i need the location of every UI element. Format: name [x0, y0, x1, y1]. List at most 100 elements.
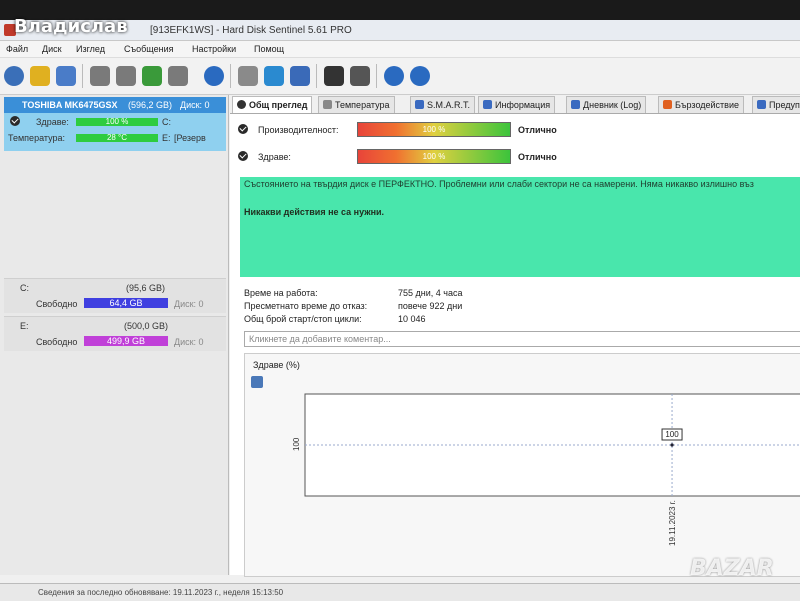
toolbar-separator — [376, 64, 377, 88]
smart-icon — [415, 100, 424, 109]
check-icon — [238, 151, 248, 161]
network-icon[interactable] — [290, 66, 310, 86]
cycle-icon[interactable] — [264, 66, 284, 86]
volume-c[interactable]: C: (95,6 GB) Свободно 64,4 GB Диск: 0 — [4, 278, 226, 313]
tab-temperature[interactable]: Температура — [318, 96, 395, 113]
log-icon — [571, 100, 580, 109]
check-icon — [237, 100, 246, 109]
watermark-logo: BAZAR — [690, 556, 774, 581]
tab-label: Дневник (Log) — [583, 100, 642, 110]
cycles-value: 10 046 — [398, 314, 426, 324]
volume-size: (500,0 GB) — [124, 321, 169, 331]
tab-label: Информация — [495, 100, 551, 110]
toolbar — [0, 58, 800, 95]
toolbar-separator — [316, 64, 317, 88]
disk-health-drive: C: — [162, 117, 171, 127]
tab-smart[interactable]: S.M.A.R.T. — [410, 96, 476, 113]
volume-free-label: Свободно — [36, 299, 78, 309]
menu-view[interactable]: Изглед — [76, 44, 105, 54]
action-message: Никакви действия не са нужни. — [244, 207, 385, 217]
thermometer-icon — [323, 100, 332, 109]
tab-log[interactable]: Дневник (Log) — [566, 96, 647, 113]
refresh-icon[interactable] — [4, 66, 24, 86]
comment-placeholder: Кликнете да добавите коментар... — [249, 334, 391, 344]
tool-icon[interactable] — [142, 66, 162, 86]
toolbar-separator — [230, 64, 231, 88]
volume-free-bar: 499,9 GB — [84, 336, 168, 346]
disk-health-bar: 100 % — [76, 118, 158, 126]
tool-icon[interactable] — [116, 66, 136, 86]
volume-size: (95,6 GB) — [126, 283, 166, 293]
menu-file[interactable]: Файл — [6, 44, 28, 54]
help-icon[interactable] — [384, 66, 404, 86]
menu-help[interactable]: Помощ — [254, 44, 284, 54]
tab-bar: Общ преглед Температура S.M.A.R.T. Инфор… — [230, 95, 800, 114]
x-tick-label: 19.11.2023 г. — [668, 500, 677, 546]
tab-label: Температура — [335, 100, 390, 110]
disk-name: TOSHIBA MK6475GSX — [22, 100, 118, 110]
health-chart-panel: Здраве (%) 100 100 19.11.2023 г. — [244, 353, 800, 577]
menu-disk[interactable]: Диск — [42, 44, 62, 54]
tab-overview[interactable]: Общ преглед — [232, 96, 313, 113]
data-point — [670, 443, 674, 447]
tab-alerts[interactable]: Предупр — [752, 96, 800, 113]
disk-index: Диск: 0 — [180, 100, 210, 110]
volume-letter: C: — [20, 283, 29, 293]
volume-disk: Диск: 0 — [174, 299, 204, 309]
menu-bar: Файл Диск Изглед Съобщения Настройки Пом… — [0, 41, 800, 58]
tab-label: Бързодействие — [675, 100, 739, 110]
menu-settings[interactable]: Настройки — [192, 44, 236, 54]
power-on-value: 755 дни, 4 часа — [398, 288, 463, 298]
tool-icon[interactable] — [168, 66, 188, 86]
health-status: Отлично — [518, 152, 557, 162]
disk-header[interactable]: TOSHIBA MK6475GSX (596,2 GB) Диск: 0 — [4, 97, 226, 113]
tab-label: Предупр — [769, 100, 800, 110]
tab-label: S.M.A.R.T. — [427, 100, 471, 110]
cycles-label: Общ брой старт/стоп цикли: — [244, 314, 362, 324]
status-message-box: Състоянието на твърдия диск е ПЕРФЕКТНО.… — [240, 177, 800, 277]
health-bar: 100 % — [357, 149, 511, 164]
y-tick-label: 100 — [292, 437, 301, 451]
disk-size: (596,2 GB) — [128, 100, 173, 110]
volume-disk: Диск: 0 — [174, 337, 204, 347]
status-bar: Сведения за последно обновяване: 19.11.2… — [0, 583, 800, 601]
volume-e[interactable]: E: (500,0 GB) Свободно 499,9 GB Диск: 0 — [4, 316, 226, 351]
disk-health-label: Здраве: — [36, 117, 69, 127]
health-label: Здраве: — [258, 152, 291, 162]
lifetime-value: повече 922 дни — [398, 301, 463, 311]
volume-letter: E: — [20, 321, 29, 331]
report-icon[interactable] — [238, 66, 258, 86]
last-update-text: Сведения за последно обновяване: 19.11.2… — [38, 588, 284, 597]
owner-overlay-text: Владислав — [14, 16, 128, 37]
window-title: [913EFK1WS] - Hard Disk Sentinel 5.61 PR… — [150, 25, 352, 36]
disk-temp-bar: 28 °C — [76, 134, 158, 142]
power-on-label: Време на работа: — [244, 288, 318, 298]
performance-bar: 100 % — [357, 122, 511, 137]
check-icon — [238, 124, 248, 134]
health-chart: 100 100 19.11.2023 г. — [292, 393, 800, 546]
disk-summary[interactable]: Здраве: 100 % C: Температура: 28 °C E: [… — [4, 113, 226, 151]
wrench-icon[interactable] — [350, 66, 370, 86]
volume-free-bar: 64,4 GB — [84, 298, 168, 308]
globe-icon[interactable] — [204, 66, 224, 86]
performance-status: Отлично — [518, 125, 557, 135]
monitor-icon[interactable] — [56, 66, 76, 86]
tool-icon[interactable] — [90, 66, 110, 86]
info-icon — [483, 100, 492, 109]
lifetime-label: Пресметнато време до отказ: — [244, 301, 368, 311]
info-icon[interactable] — [410, 66, 430, 86]
check-icon — [10, 116, 20, 126]
alert-icon — [757, 100, 766, 109]
tab-performance[interactable]: Бързодействие — [658, 96, 744, 113]
disk-list-panel: TOSHIBA MK6475GSX (596,2 GB) Диск: 0 Здр… — [0, 95, 229, 575]
tab-information[interactable]: Информация — [478, 96, 556, 113]
data-label: 100 — [665, 430, 679, 439]
toolbar-separator — [82, 64, 83, 88]
alert-icon[interactable] — [324, 66, 344, 86]
disk-temp-label: Температура: — [8, 133, 66, 143]
details-panel: Общ преглед Температура S.M.A.R.T. Инфор… — [230, 95, 800, 577]
menu-messages[interactable]: Съобщения — [124, 44, 173, 54]
speed-icon — [663, 100, 672, 109]
comment-input[interactable]: Кликнете да добавите коментар... — [244, 331, 800, 347]
warning-icon[interactable] — [30, 66, 50, 86]
